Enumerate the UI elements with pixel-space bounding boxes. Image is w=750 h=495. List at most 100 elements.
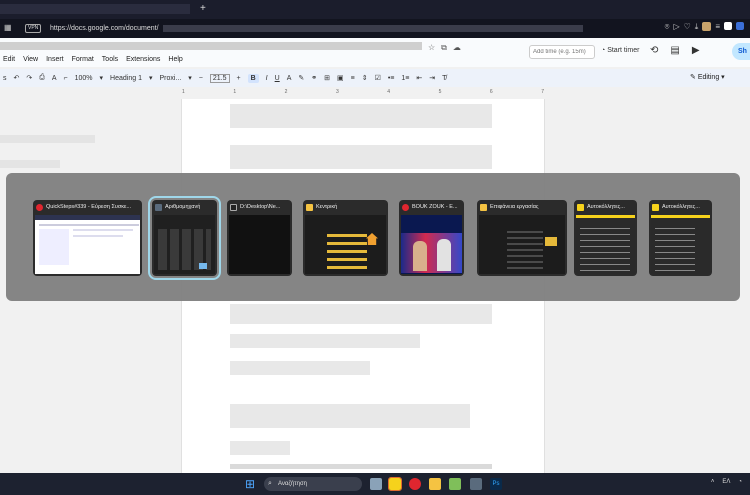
cloud-icon[interactable]: ☁ bbox=[453, 43, 461, 53]
menu-item-extensions[interactable]: Extensions bbox=[126, 56, 160, 63]
url-field[interactable]: https://docs.google.com/document/ bbox=[40, 23, 640, 34]
paint-format-icon[interactable]: ⌐ bbox=[64, 75, 68, 82]
start-timer-label: Start timer bbox=[607, 47, 640, 54]
zoom-select[interactable]: 100% bbox=[75, 75, 93, 82]
address-bar-icons: ⌾ ▷ ♡ ⤓ ≡ bbox=[665, 22, 744, 32]
star-icon[interactable]: ☆ bbox=[428, 43, 435, 53]
share-button[interactable]: Sh bbox=[732, 43, 750, 60]
shield-icon[interactable] bbox=[736, 22, 744, 30]
search-menus-icon[interactable]: s bbox=[3, 75, 7, 82]
editing-mode-button[interactable]: ✎ Editing ▾ bbox=[690, 73, 725, 81]
folder-icon[interactable] bbox=[429, 478, 441, 490]
switcher-window-desktop[interactable]: Επιφάνεια εργασίας bbox=[477, 200, 567, 276]
window-title: Αυτοκόλλητες... bbox=[587, 204, 625, 210]
window-title: BOUK ZOUK - E... bbox=[412, 204, 458, 210]
thumb-list bbox=[507, 229, 543, 269]
switcher-window-sticky-note-1[interactable]: Αυτοκόλλητες... bbox=[574, 200, 637, 276]
history-icon[interactable]: ⟲ bbox=[650, 45, 658, 56]
undo-icon[interactable]: ↶ bbox=[14, 74, 20, 82]
url-text: https://docs.google.com/document/ bbox=[50, 25, 159, 32]
window-title: Κεντρική bbox=[316, 204, 338, 210]
font-size-decrease-button[interactable]: − bbox=[199, 75, 203, 82]
ruler-mark: 4 bbox=[387, 89, 391, 95]
font-size-increase-button[interactable]: + bbox=[237, 75, 241, 82]
notepad-icon[interactable] bbox=[449, 478, 461, 490]
window-thumbnail bbox=[305, 215, 386, 274]
menu-item-format[interactable]: Format bbox=[72, 56, 94, 63]
font-select[interactable]: Proxi... bbox=[159, 75, 181, 82]
print-icon[interactable]: ⎙ bbox=[39, 74, 45, 82]
image-icon[interactable]: ▣ bbox=[337, 74, 344, 82]
thumb-line bbox=[73, 229, 133, 231]
text-color-icon[interactable]: A bbox=[287, 75, 292, 82]
move-icon[interactable]: ⧉ bbox=[441, 43, 447, 53]
ruler[interactable]: 1 1 2 3 4 5 6 7 bbox=[0, 89, 750, 99]
menu-item-insert[interactable]: Insert bbox=[46, 56, 64, 63]
time-input[interactable] bbox=[529, 45, 595, 59]
file-explorer-icon[interactable] bbox=[370, 478, 382, 490]
align-icon[interactable]: ≡ bbox=[351, 75, 355, 82]
redo-icon[interactable]: ↷ bbox=[26, 74, 32, 82]
wallet-icon[interactable] bbox=[724, 22, 732, 30]
taskbar-search[interactable]: ⌕ Αναζήτηση bbox=[264, 477, 362, 491]
menu-bar: Edit View Insert Format Tools Extensions… bbox=[3, 56, 183, 63]
switcher-window-explorer[interactable]: Κεντρική bbox=[303, 200, 388, 276]
chevron-up-icon[interactable]: ˄ bbox=[711, 479, 715, 485]
menu-item-edit[interactable]: Edit bbox=[3, 56, 15, 63]
calculator-icon[interactable] bbox=[470, 478, 482, 490]
highlight-icon[interactable]: ✎ bbox=[298, 74, 304, 82]
text-blur bbox=[230, 361, 370, 375]
opera-icon[interactable] bbox=[409, 478, 421, 490]
indent-decrease-icon[interactable]: ⇤ bbox=[416, 74, 422, 82]
window-header: Αριθμομηχανή bbox=[152, 200, 217, 214]
photoshop-icon[interactable]: Ps bbox=[490, 478, 502, 490]
link-icon[interactable]: ⚭ bbox=[311, 74, 317, 82]
style-select[interactable]: Heading 1 bbox=[110, 75, 142, 82]
clear-format-icon[interactable]: T̸ bbox=[442, 75, 446, 82]
comment-icon[interactable]: ▤ bbox=[670, 45, 679, 56]
extensions-icon[interactable]: ≡ bbox=[715, 22, 720, 32]
play-icon[interactable]: ▷ bbox=[673, 22, 679, 32]
grid-icon[interactable]: ▦ bbox=[4, 23, 14, 33]
vpn-badge[interactable]: VPN bbox=[25, 24, 42, 33]
download-icon[interactable]: ⤓ bbox=[695, 22, 699, 32]
underline-button[interactable]: U bbox=[275, 75, 280, 82]
line-spacing-icon[interactable]: ⇕ bbox=[362, 74, 368, 82]
camera-icon[interactable]: ⌾ bbox=[665, 22, 670, 32]
window-thumbnail bbox=[651, 215, 710, 274]
switcher-window-video[interactable]: BOUK ZOUK - E... bbox=[399, 200, 464, 276]
numbered-list-icon[interactable]: 1≡ bbox=[401, 75, 409, 82]
meet-icon[interactable]: ▶ bbox=[692, 45, 700, 56]
menu-item-tools[interactable]: Tools bbox=[102, 56, 118, 63]
indent-increase-icon[interactable]: ⇥ bbox=[429, 74, 435, 82]
menu-item-help[interactable]: Help bbox=[168, 56, 182, 63]
network-icon[interactable]: ◔ bbox=[738, 479, 742, 485]
thumb-line bbox=[39, 224, 139, 226]
switcher-window-sticky-note-2[interactable]: Αυτοκόλλητες... bbox=[649, 200, 712, 276]
switcher-window-browser[interactable]: QuickSteps#339 - Εύρεση Συσκε... bbox=[33, 200, 142, 276]
italic-button[interactable]: I bbox=[266, 75, 268, 82]
comment-add-icon[interactable]: ⊞ bbox=[324, 74, 330, 82]
spellcheck-icon[interactable]: A bbox=[52, 75, 57, 82]
checklist-icon[interactable]: ☑ bbox=[375, 74, 381, 82]
text-blur bbox=[230, 304, 492, 324]
avatar[interactable] bbox=[702, 22, 712, 31]
sticky-notes-icon[interactable] bbox=[388, 477, 402, 491]
font-size-input[interactable]: 21.5 bbox=[209, 73, 230, 83]
ruler-mark: 1 bbox=[182, 89, 185, 95]
window-header: D:\Desktop\Ne... bbox=[227, 200, 292, 214]
search-icon: ⌕ bbox=[268, 480, 272, 487]
language-indicator[interactable]: ΕΛ bbox=[722, 479, 730, 485]
switcher-window-calculator[interactable]: Αριθμομηχανή bbox=[148, 196, 221, 280]
bold-button[interactable]: B bbox=[247, 73, 259, 83]
switcher-window-terminal[interactable]: D:\Desktop\Ne... bbox=[227, 200, 292, 276]
thumb-person bbox=[437, 239, 451, 271]
chevron-down-icon: ▾ bbox=[188, 75, 192, 82]
window-header: Επιφάνεια εργασίας bbox=[477, 200, 567, 214]
start-timer-button[interactable]: ◔ Start timer bbox=[601, 47, 639, 54]
menu-item-view[interactable]: View bbox=[23, 56, 38, 63]
heart-icon[interactable]: ♡ bbox=[684, 22, 691, 32]
windows-start-icon[interactable]: ⊞ bbox=[245, 478, 257, 490]
new-tab-icon[interactable]: + bbox=[200, 3, 206, 14]
bullet-list-icon[interactable]: •≡ bbox=[388, 75, 395, 82]
